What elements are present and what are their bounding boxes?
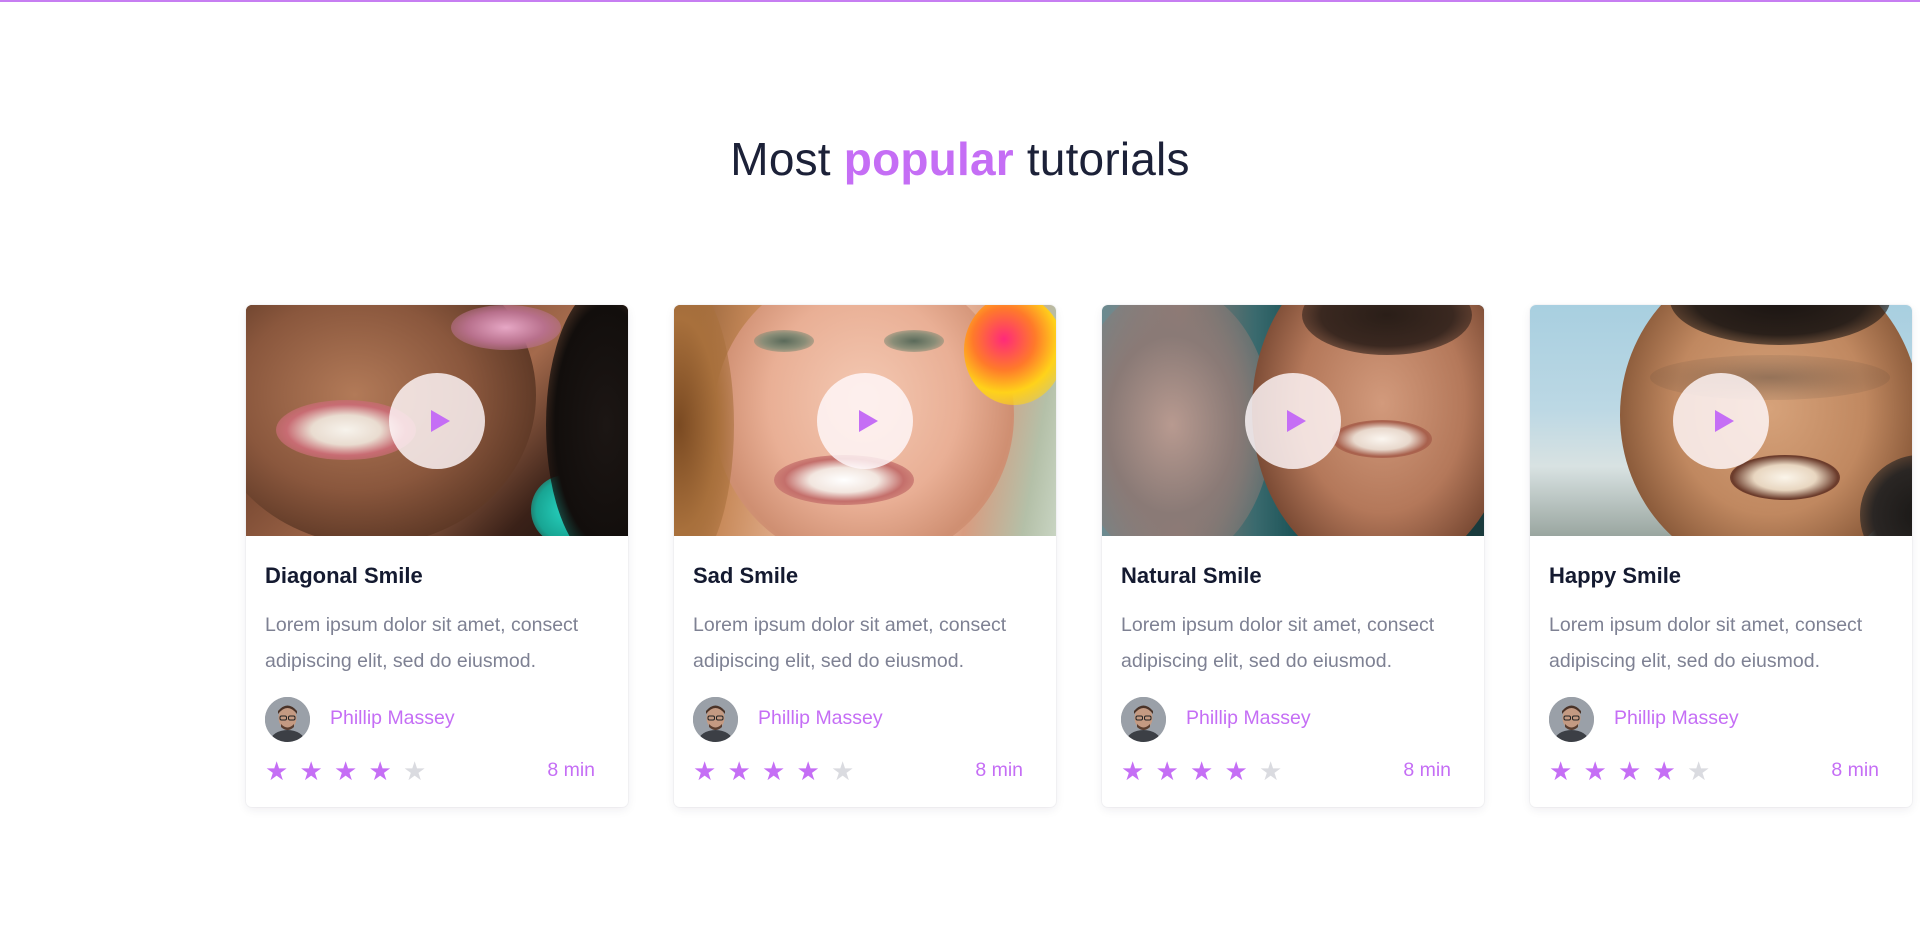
section-heading: Most popular tutorials [0, 132, 1920, 186]
author-avatar [1549, 697, 1594, 742]
star-empty-icon: ★ [403, 756, 427, 786]
tutorial-title[interactable]: Sad Smile [693, 563, 798, 589]
author-avatar [265, 697, 310, 742]
star-filled-icon: ★ [265, 756, 289, 786]
play-button[interactable] [1245, 373, 1341, 469]
rating-stars: ★ ★ ★ ★ ★ [693, 758, 866, 784]
play-button[interactable] [389, 373, 485, 469]
tutorial-duration: 8 min [975, 759, 1023, 781]
star-filled-icon: ★ [1652, 756, 1676, 786]
star-filled-icon: ★ [796, 756, 820, 786]
tutorial-card[interactable]: Diagonal Smile Lorem ipsum dolor sit ame… [246, 305, 628, 807]
tutorial-duration: 8 min [1831, 759, 1879, 781]
play-icon [431, 410, 450, 432]
play-button[interactable] [1673, 373, 1769, 469]
star-filled-icon: ★ [693, 756, 717, 786]
tutorial-duration: 8 min [1403, 759, 1451, 781]
tutorial-card[interactable]: Natural Smile Lorem ipsum dolor sit amet… [1102, 305, 1484, 807]
heading-prefix: Most [730, 133, 831, 185]
play-icon [1715, 410, 1734, 432]
star-filled-icon: ★ [1121, 756, 1145, 786]
top-accent-rule [0, 0, 1920, 2]
star-filled-icon: ★ [334, 756, 358, 786]
rating-stars: ★ ★ ★ ★ ★ [1549, 758, 1722, 784]
star-filled-icon: ★ [368, 756, 392, 786]
tutorial-description: Lorem ipsum dolor sit amet, consect adip… [1121, 614, 1435, 672]
play-button[interactable] [817, 373, 913, 469]
heading-suffix: tutorials [1026, 133, 1190, 185]
tutorial-description: Lorem ipsum dolor sit amet, consect adip… [1549, 614, 1863, 672]
tutorial-description: Lorem ipsum dolor sit amet, consect adip… [265, 614, 579, 672]
tutorial-thumbnail[interactable] [1102, 305, 1484, 536]
tutorial-description: Lorem ipsum dolor sit amet, consect adip… [693, 614, 1007, 672]
star-empty-icon: ★ [1687, 756, 1711, 786]
tutorial-thumbnail[interactable] [1530, 305, 1912, 536]
author-name-link[interactable]: Phillip Massey [1186, 707, 1311, 730]
tutorial-thumbnail[interactable] [246, 305, 628, 536]
rating-stars: ★ ★ ★ ★ ★ [265, 758, 438, 784]
tutorial-title[interactable]: Diagonal Smile [265, 563, 423, 589]
star-filled-icon: ★ [1583, 756, 1607, 786]
author-name-link[interactable]: Phillip Massey [1614, 707, 1739, 730]
tutorial-card[interactable]: Sad Smile Lorem ipsum dolor sit amet, co… [674, 305, 1056, 807]
play-icon [859, 410, 878, 432]
tutorial-duration: 8 min [547, 759, 595, 781]
star-filled-icon: ★ [762, 756, 786, 786]
star-filled-icon: ★ [1618, 756, 1642, 786]
play-icon [1287, 410, 1306, 432]
star-filled-icon: ★ [1190, 756, 1214, 786]
tutorial-title[interactable]: Natural Smile [1121, 563, 1262, 589]
author-name-link[interactable]: Phillip Massey [330, 707, 455, 730]
author-name-link[interactable]: Phillip Massey [758, 707, 883, 730]
tutorial-thumbnail[interactable] [674, 305, 1056, 536]
star-filled-icon: ★ [1224, 756, 1248, 786]
star-filled-icon: ★ [1155, 756, 1179, 786]
star-filled-icon: ★ [299, 756, 323, 786]
star-empty-icon: ★ [831, 756, 855, 786]
rating-stars: ★ ★ ★ ★ ★ [1121, 758, 1294, 784]
star-empty-icon: ★ [1259, 756, 1283, 786]
tutorial-title[interactable]: Happy Smile [1549, 563, 1681, 589]
author-avatar [1121, 697, 1166, 742]
star-filled-icon: ★ [727, 756, 751, 786]
tutorial-card[interactable]: Happy Smile Lorem ipsum dolor sit amet, … [1530, 305, 1912, 807]
star-filled-icon: ★ [1549, 756, 1573, 786]
heading-accent: popular [843, 133, 1014, 185]
author-avatar [693, 697, 738, 742]
